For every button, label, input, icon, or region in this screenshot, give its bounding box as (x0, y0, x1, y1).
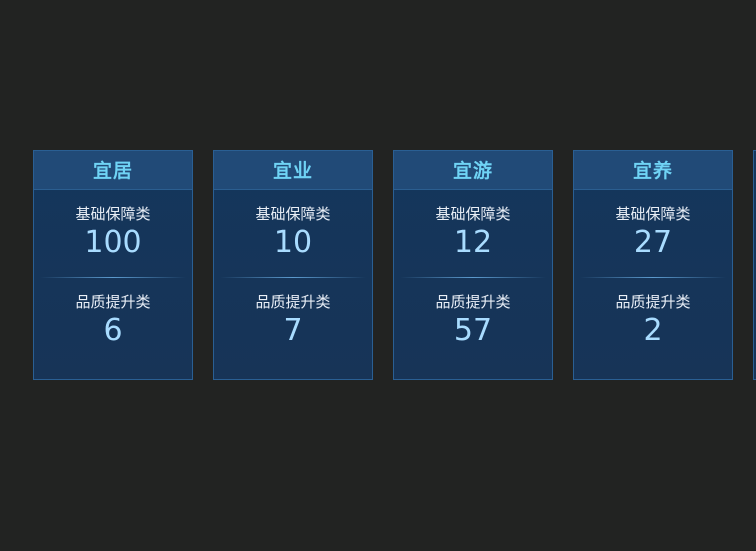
card-yiyang[interactable]: 宜养 基础保障类 27 品质提升类 2 (573, 150, 733, 380)
basic-label: 基础保障类 (75, 205, 151, 223)
card-title: 宜游 (394, 151, 552, 190)
basic-value: 10 (273, 225, 313, 260)
card-title: 宜居 (34, 151, 192, 190)
card-yiye[interactable]: 宜业 基础保障类 10 品质提升类 7 (213, 150, 373, 380)
basic-value: 12 (453, 225, 493, 260)
quality-value: 6 (103, 313, 123, 348)
divider (580, 277, 726, 278)
divider (40, 277, 186, 278)
card-yiyou[interactable]: 宜游 基础保障类 12 品质提升类 57 (393, 150, 553, 380)
basic-value: 27 (633, 225, 673, 260)
quality-label: 品质提升类 (435, 293, 511, 311)
basic-label: 基础保障类 (435, 205, 511, 223)
quality-value: 57 (453, 313, 493, 348)
basic-value: 100 (84, 225, 142, 260)
divider (220, 277, 366, 278)
category-cards: 宜居 基础保障类 100 品质提升类 6 宜业 基础保障类 10 品质提升类 7… (33, 150, 756, 380)
divider (400, 277, 546, 278)
card-title: 宜养 (574, 151, 732, 190)
card-title: 宜业 (214, 151, 372, 190)
basic-label: 基础保障类 (255, 205, 331, 223)
card-yiju[interactable]: 宜居 基础保障类 100 品质提升类 6 (33, 150, 193, 380)
quality-label: 品质提升类 (255, 293, 331, 311)
quality-value: 7 (283, 313, 303, 348)
quality-label: 品质提升类 (615, 293, 691, 311)
basic-label: 基础保障类 (615, 205, 691, 223)
quality-label: 品质提升类 (75, 293, 151, 311)
quality-value: 2 (643, 313, 663, 348)
